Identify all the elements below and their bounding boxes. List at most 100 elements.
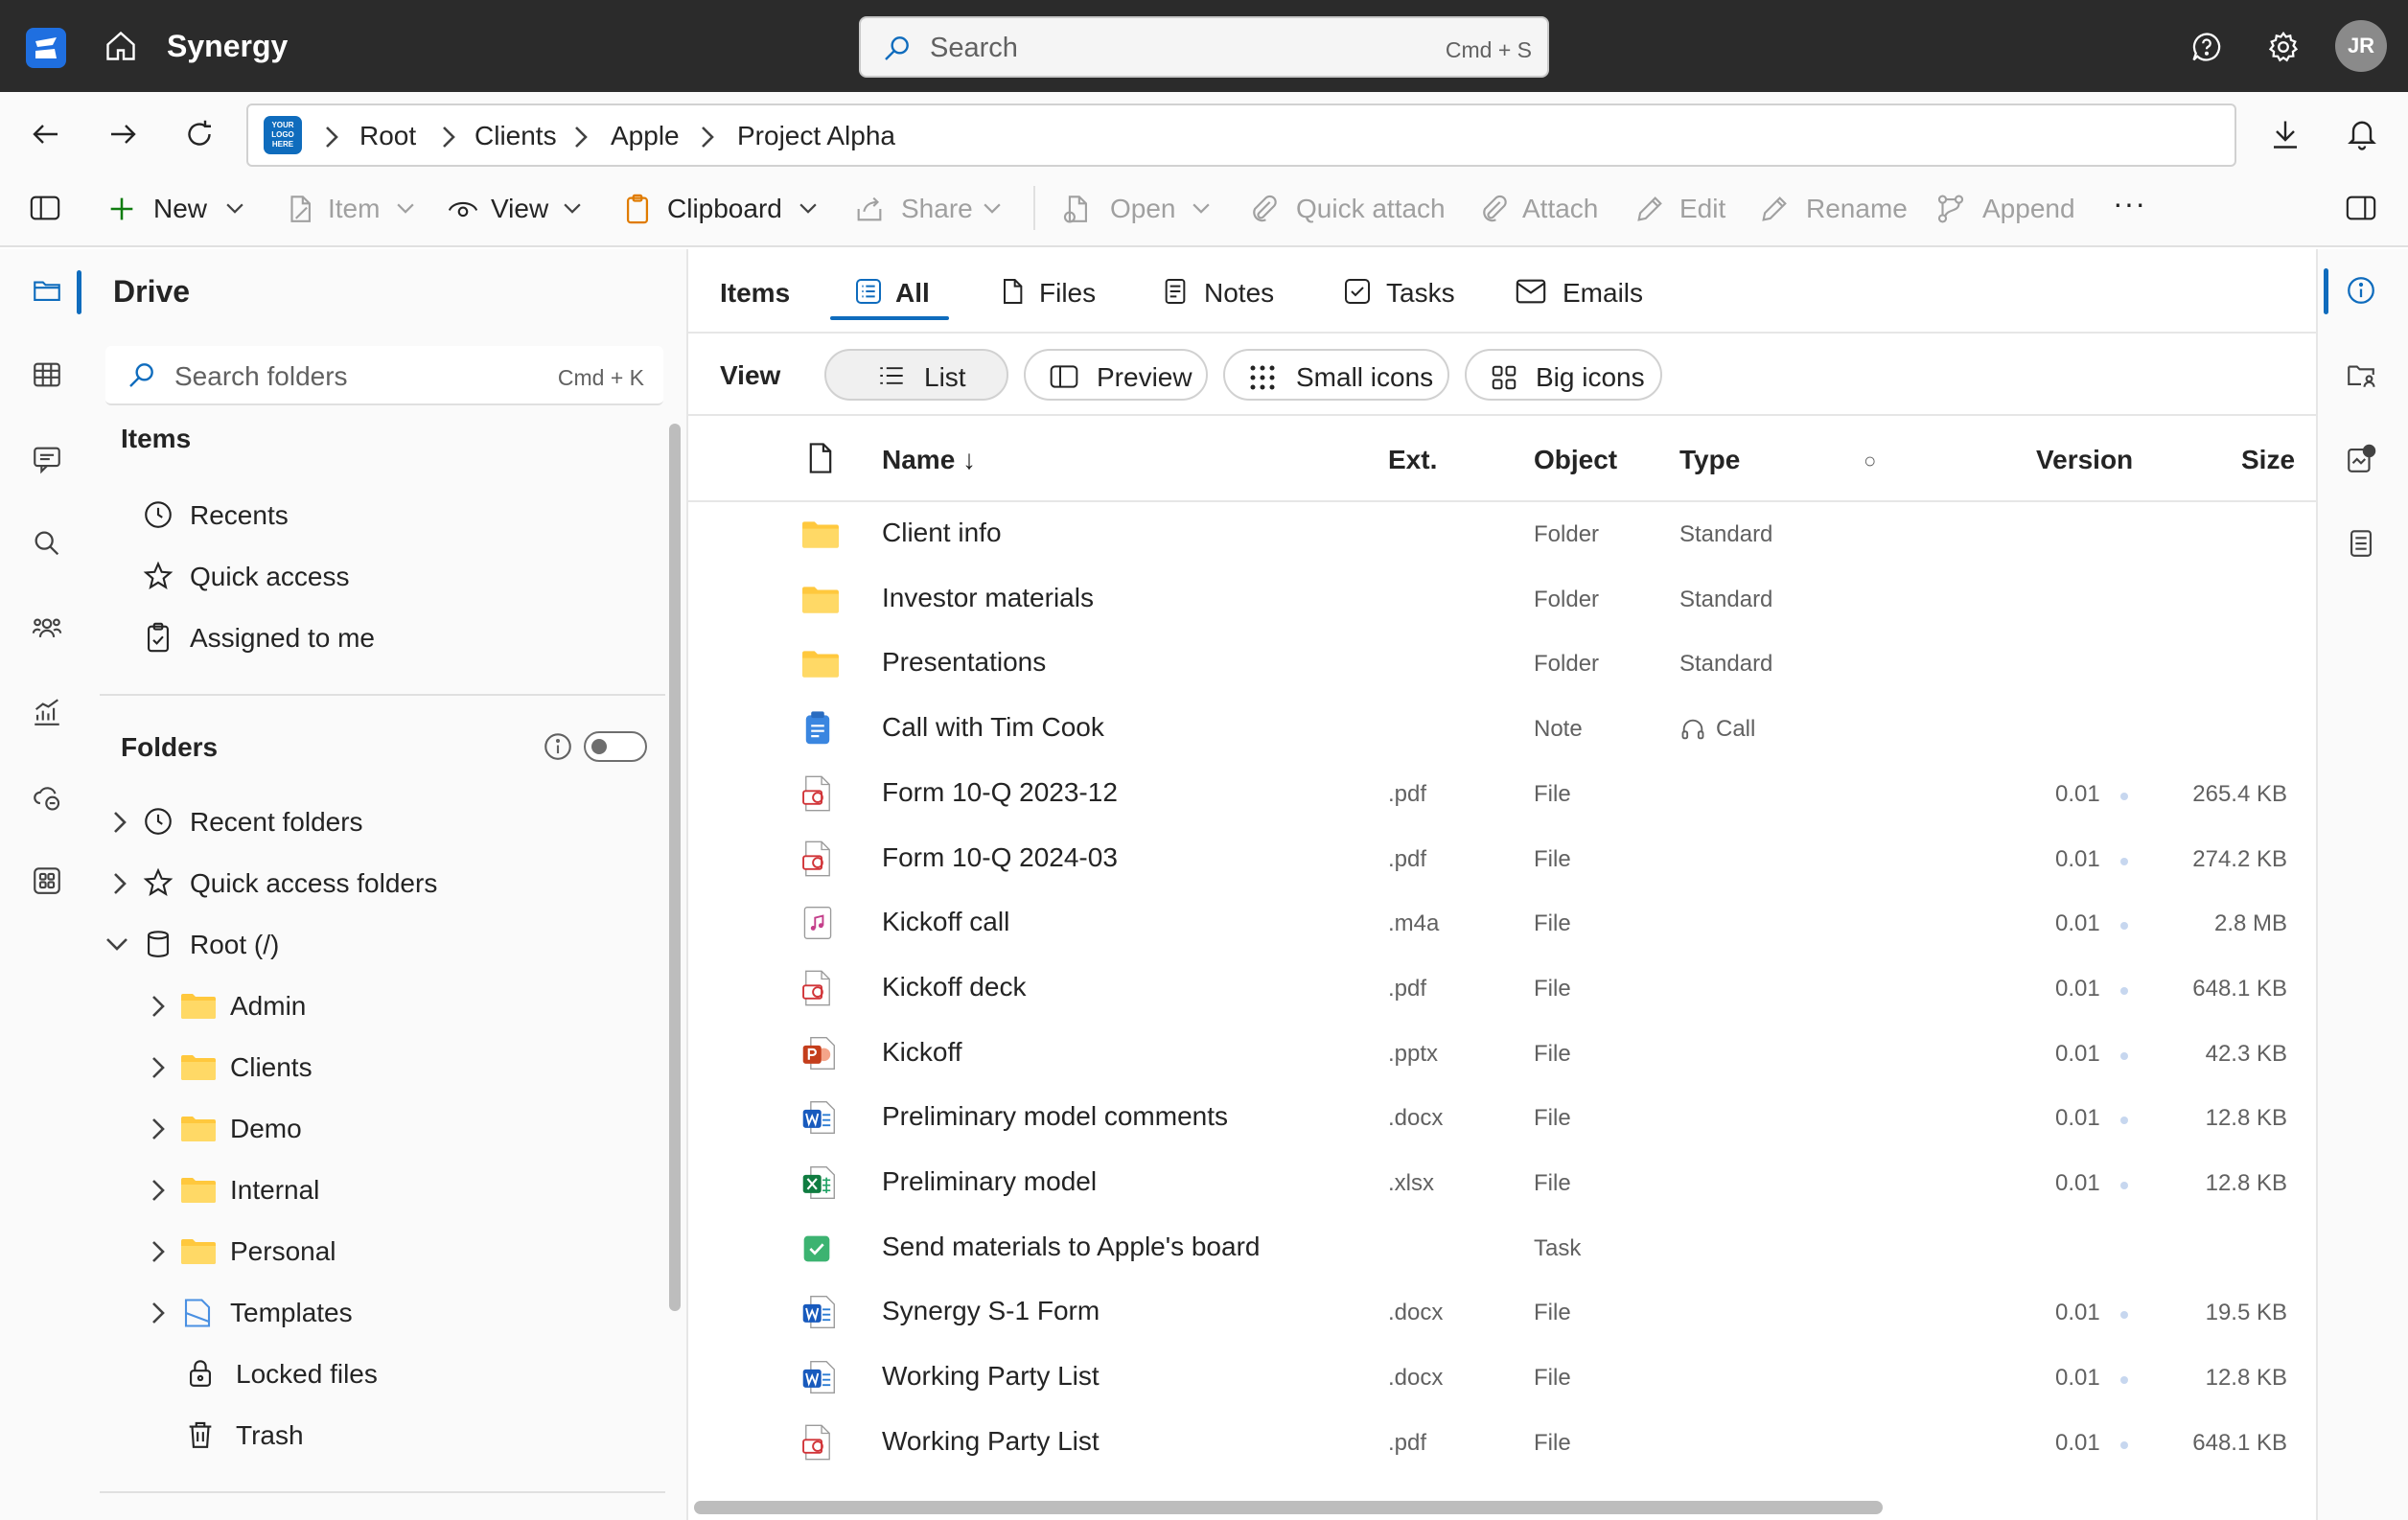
chevron-right-icon[interactable] [148, 1238, 167, 1265]
table-row[interactable]: Send materials to Apple's board Task [688, 1216, 2316, 1281]
tree-recent-folders[interactable]: Recent folders [104, 805, 621, 840]
people-icon[interactable] [31, 611, 63, 644]
view-list-button[interactable]: List [824, 349, 1008, 401]
item-name[interactable]: Investor materials [882, 583, 1094, 613]
breadcrumb-apple[interactable]: Apple [611, 121, 680, 151]
column-version[interactable]: Version [2036, 445, 2133, 475]
tab-tasks[interactable]: Tasks [1342, 274, 1457, 312]
apps-icon[interactable] [31, 864, 63, 897]
view-button[interactable]: View [447, 190, 590, 228]
help-icon[interactable] [2189, 30, 2224, 64]
item-name[interactable]: Call with Tim Cook [882, 712, 1104, 743]
append-button[interactable]: Append [1934, 190, 2078, 228]
nav-recents[interactable]: Recents [142, 498, 621, 533]
tab-notes[interactable]: Notes [1160, 274, 1285, 312]
table-row[interactable]: Form 10-Q 2023-12 .pdf File 0.01 265.4 KB [688, 762, 2316, 827]
search-icon[interactable] [31, 527, 63, 560]
item-name[interactable]: Form 10-Q 2023-12 [882, 777, 1118, 808]
forward-arrow-icon[interactable] [105, 117, 140, 151]
tree-quick-access-folders[interactable]: Quick access folders [104, 866, 621, 901]
column-size[interactable]: Size [2241, 445, 2295, 475]
toggle-details-pane-button[interactable] [2345, 190, 2379, 228]
info-icon[interactable] [542, 730, 574, 763]
toggle-sidebar-button[interactable] [29, 190, 63, 228]
table-row[interactable]: Kickoff .pptx File 0.01 42.3 KB [688, 1022, 2316, 1087]
bell-icon[interactable] [2345, 115, 2379, 151]
column-name[interactable]: Name ↓ [882, 445, 976, 475]
tree-folder-clients[interactable]: Clients [144, 1050, 621, 1085]
global-search-input[interactable]: Search Cmd + S [859, 16, 1549, 78]
drive-folder-icon[interactable] [31, 274, 63, 307]
user-avatar[interactable]: JR [2335, 20, 2387, 72]
column-object[interactable]: Object [1534, 445, 1617, 475]
column-status[interactable]: ○ [1864, 449, 1876, 473]
document-details-icon[interactable] [2345, 527, 2377, 560]
tab-emails[interactable]: Emails [1515, 274, 1649, 312]
tree-folder-demo[interactable]: Demo [144, 1112, 621, 1146]
item-name[interactable]: Synergy S-1 Form [882, 1296, 1100, 1326]
column-ext[interactable]: Ext. [1388, 445, 1437, 475]
breadcrumb-project-alpha[interactable]: Project Alpha [737, 121, 895, 151]
analytics-icon[interactable] [31, 696, 63, 728]
table-row[interactable]: Kickoff call .m4a File 0.01 2.8 MB [688, 891, 2316, 956]
table-row[interactable]: Working Party List .pdf File 0.01 648.1 KB [688, 1411, 2316, 1476]
view-preview-button[interactable]: Preview [1024, 349, 1208, 401]
folders-toggle-switch[interactable] [584, 731, 647, 762]
item-name[interactable]: Preliminary model comments [882, 1101, 1228, 1132]
chevron-right-icon[interactable] [109, 809, 128, 836]
tree-trash[interactable]: Trash [180, 1418, 621, 1453]
table-row[interactable]: Form 10-Q 2024-03 .pdf File 0.01 274.2 KB [688, 827, 2316, 892]
clipboard-button[interactable]: Clipboard [621, 190, 822, 228]
chevron-right-icon[interactable] [148, 1177, 167, 1204]
table-row[interactable]: Preliminary model comments .docx File 0.01 1… [688, 1086, 2316, 1151]
item-name[interactable]: Kickoff [882, 1037, 962, 1068]
table-row[interactable]: Presentations Folder Standard [688, 632, 2316, 697]
tree-folder-templates[interactable]: Templates [144, 1296, 621, 1330]
refresh-icon[interactable] [182, 117, 217, 151]
tab-files[interactable]: Files [997, 274, 1112, 312]
more-options-button[interactable]: ··· [2113, 186, 2151, 228]
tree-locked-files[interactable]: Locked files [180, 1357, 621, 1392]
attach-button[interactable]: Attach [1478, 190, 1603, 228]
nav-quick-access[interactable]: Quick access [142, 560, 621, 594]
quick-attach-button[interactable]: Quick attach [1248, 190, 1449, 228]
item-name[interactable]: Presentations [882, 647, 1046, 678]
back-arrow-icon[interactable] [29, 117, 63, 151]
tree-root[interactable]: Root (/) [104, 928, 621, 962]
chevron-right-icon[interactable] [148, 1116, 167, 1142]
column-type[interactable]: Type [1679, 445, 1740, 475]
chevron-right-icon[interactable] [148, 1300, 167, 1326]
table-row[interactable]: Preliminary model .xlsx File 0.01 12.8 KB [688, 1151, 2316, 1216]
folder-search-input[interactable]: Search folders Cmd + K [105, 346, 663, 405]
tab-all[interactable]: All [853, 274, 949, 312]
table-row[interactable]: Synergy S-1 Form .docx File 0.01 19.5 KB [688, 1280, 2316, 1346]
view-small-icons-button[interactable]: Small icons [1223, 349, 1449, 401]
item-name[interactable]: Kickoff deck [882, 972, 1026, 1002]
rename-button[interactable]: Rename [1758, 190, 1908, 228]
table-row[interactable]: Client info Folder Standard [688, 502, 2316, 567]
gear-icon[interactable] [2266, 30, 2301, 64]
new-button[interactable]: New [105, 190, 249, 228]
item-name[interactable]: Working Party List [882, 1426, 1100, 1457]
edit-button[interactable]: Edit [1633, 190, 1729, 228]
folder-person-icon[interactable] [2345, 358, 2377, 391]
app-logo[interactable] [26, 28, 66, 68]
home-icon[interactable] [104, 29, 138, 63]
item-name[interactable]: Preliminary model [882, 1166, 1097, 1197]
tree-folder-personal[interactable]: Personal [144, 1234, 621, 1269]
view-big-icons-button[interactable]: Big icons [1465, 349, 1662, 401]
download-icon[interactable] [2268, 117, 2303, 151]
drive-scrollbar[interactable] [669, 424, 681, 1311]
cloud-sync-icon[interactable] [31, 780, 63, 813]
open-button[interactable]: Open [1060, 190, 1216, 228]
chat-icon[interactable] [31, 443, 63, 475]
item-name[interactable]: Working Party List [882, 1361, 1100, 1392]
table-row[interactable]: Working Party List .docx File 0.01 12.8 KB [688, 1346, 2316, 1411]
tree-folder-admin[interactable]: Admin [144, 989, 621, 1024]
item-name[interactable]: Kickoff call [882, 907, 1009, 937]
tree-folder-internal[interactable]: Internal [144, 1173, 621, 1208]
chevron-down-icon[interactable] [104, 935, 130, 955]
info-icon[interactable] [2345, 274, 2377, 307]
activity-icon[interactable] [2345, 443, 2377, 475]
item-name[interactable]: Send materials to Apple's board [882, 1232, 1260, 1262]
